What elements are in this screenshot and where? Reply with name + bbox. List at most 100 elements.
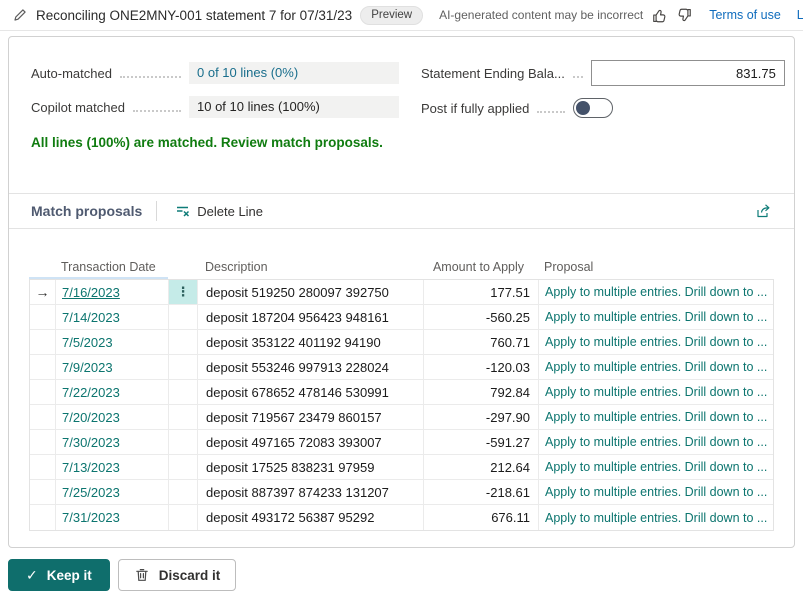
keep-it-label: Keep it xyxy=(47,568,92,583)
share-icon xyxy=(754,202,772,220)
description-cell[interactable]: deposit 493172 56387 95292 xyxy=(198,505,424,530)
column-header-transaction-date[interactable]: Transaction Date xyxy=(55,260,168,274)
delete-line-icon xyxy=(175,203,191,219)
row-selector-cell[interactable]: → xyxy=(30,330,56,354)
table-row[interactable]: → 7/20/2023 ⋮ deposit 719567 23479 86015… xyxy=(30,405,773,430)
thumbs-up-button[interactable] xyxy=(651,3,668,27)
proposal-link[interactable]: Apply to multiple entries. Drill down to… xyxy=(545,435,767,449)
column-header-amount[interactable]: Amount to Apply xyxy=(423,260,538,274)
keep-it-button[interactable]: ✓ Keep it xyxy=(8,559,110,591)
amount-cell[interactable]: -120.03 xyxy=(424,355,539,379)
row-selector-cell[interactable]: → xyxy=(30,305,56,329)
proposal-link[interactable]: Apply to multiple entries. Drill down to… xyxy=(545,460,767,474)
match-proposals-table: Transaction Date Description Amount to A… xyxy=(29,254,774,531)
transaction-date-link[interactable]: 7/5/2023 xyxy=(62,335,113,350)
dotted-leader xyxy=(573,69,583,78)
proposal-link[interactable]: Apply to multiple entries. Drill down to… xyxy=(545,285,767,299)
transaction-date-link[interactable]: 7/31/2023 xyxy=(62,510,120,525)
table-row[interactable]: → 7/22/2023 ⋮ deposit 678652 478146 5309… xyxy=(30,380,773,405)
amount-cell[interactable]: 212.64 xyxy=(424,455,539,479)
transaction-date-link[interactable]: 7/14/2023 xyxy=(62,310,120,325)
row-selector-cell[interactable]: → xyxy=(30,505,56,530)
proposal-link[interactable]: Apply to multiple entries. Drill down to… xyxy=(545,385,767,399)
thumbs-down-button[interactable] xyxy=(676,3,693,27)
row-selector-cell[interactable]: → xyxy=(30,280,56,304)
amount-cell[interactable]: 792.84 xyxy=(424,380,539,404)
table-row[interactable]: → 7/13/2023 ⋮ deposit 17525 838231 97959… xyxy=(30,455,773,480)
proposal-link[interactable]: Apply to multiple entries. Drill down to… xyxy=(545,511,767,525)
row-selector-cell[interactable]: → xyxy=(30,455,56,479)
description-cell[interactable]: deposit 17525 838231 97959 xyxy=(198,455,424,479)
row-menu-cell[interactable]: ⋮ xyxy=(169,380,198,404)
amount-cell[interactable]: 177.51 xyxy=(424,280,539,304)
table-row[interactable]: → 7/31/2023 ⋮ deposit 493172 56387 95292… xyxy=(30,505,773,530)
amount-cell[interactable]: 760.71 xyxy=(424,330,539,354)
auto-matched-value[interactable]: 0 of 10 lines (0%) xyxy=(189,62,399,84)
proposal-link[interactable]: Apply to multiple entries. Drill down to… xyxy=(545,410,767,424)
table-row[interactable]: → 7/25/2023 ⋮ deposit 887397 874233 1312… xyxy=(30,480,773,505)
row-selector-cell[interactable]: → xyxy=(30,430,56,454)
proposal-link[interactable]: Apply to multiple entries. Drill down to… xyxy=(545,310,767,324)
description-cell[interactable]: deposit 553246 997913 228024 xyxy=(198,355,424,379)
description-cell[interactable]: deposit 353122 401192 94190 xyxy=(198,330,424,354)
table-row[interactable]: → 7/9/2023 ⋮ deposit 553246 997913 22802… xyxy=(30,355,773,380)
transaction-date-link[interactable]: 7/9/2023 xyxy=(62,360,113,375)
amount-cell[interactable]: 676.11 xyxy=(424,505,539,530)
row-menu-cell[interactable]: ⋮ xyxy=(169,330,198,354)
row-selector-cell[interactable]: → xyxy=(30,355,56,379)
description-cell[interactable]: deposit 678652 478146 530991 xyxy=(198,380,424,404)
description-cell[interactable]: deposit 187204 956423 948161 xyxy=(198,305,424,329)
row-selector-cell[interactable]: → xyxy=(30,405,56,429)
proposal-cell: Apply to multiple entries. Drill down to… xyxy=(539,405,775,429)
description-cell[interactable]: deposit 497165 72083 393007 xyxy=(198,430,424,454)
amount-cell[interactable]: -560.25 xyxy=(424,305,539,329)
table-row[interactable]: → 7/30/2023 ⋮ deposit 497165 72083 39300… xyxy=(30,430,773,455)
description-cell[interactable]: deposit 519250 280097 392750 xyxy=(198,280,424,304)
proposal-link[interactable]: Apply to multiple entries. Drill down to… xyxy=(545,485,767,499)
row-menu-cell[interactable]: ⋮ xyxy=(169,455,198,479)
share-button[interactable] xyxy=(754,202,772,220)
amount-cell[interactable]: -218.61 xyxy=(424,480,539,504)
description-cell[interactable]: deposit 719567 23479 860157 xyxy=(198,405,424,429)
row-selector-cell[interactable]: → xyxy=(30,480,56,504)
table-row[interactable]: → 7/5/2023 ⋮ deposit 353122 401192 94190… xyxy=(30,330,773,355)
proposal-link[interactable]: Apply to multiple entries. Drill down to… xyxy=(545,335,767,349)
row-menu-cell[interactable]: ⋮ xyxy=(169,305,198,329)
table-body: → 7/16/2023 ⋮ deposit 519250 280097 3927… xyxy=(29,279,774,531)
row-menu-cell[interactable]: ⋮ xyxy=(169,480,198,504)
transaction-date-cell: 7/31/2023 xyxy=(56,505,169,530)
statement-balance-field: Statement Ending Bala... xyxy=(421,60,779,86)
row-menu-cell[interactable]: ⋮ xyxy=(169,280,198,304)
column-header-description[interactable]: Description xyxy=(197,260,423,274)
transaction-date-link[interactable]: 7/30/2023 xyxy=(62,435,120,450)
post-if-fully-applied-toggle[interactable] xyxy=(573,98,613,118)
description-cell[interactable]: deposit 887397 874233 131207 xyxy=(198,480,424,504)
delete-line-button[interactable]: Delete Line xyxy=(171,198,267,224)
transaction-date-link[interactable]: 7/16/2023 xyxy=(62,285,120,300)
transaction-date-cell: 7/20/2023 xyxy=(56,405,169,429)
proposal-link[interactable]: Apply to multiple entries. Drill down to… xyxy=(545,360,767,374)
row-menu-cell[interactable]: ⋮ xyxy=(169,405,198,429)
transaction-date-link[interactable]: 7/25/2023 xyxy=(62,485,120,500)
transaction-date-link[interactable]: 7/20/2023 xyxy=(62,410,120,425)
table-row[interactable]: → 7/14/2023 ⋮ deposit 187204 956423 9481… xyxy=(30,305,773,330)
ellipsis-vertical-icon: ⋮ xyxy=(177,284,190,300)
transaction-date-link[interactable]: 7/13/2023 xyxy=(62,460,120,475)
row-selector-cell[interactable]: → xyxy=(30,380,56,404)
terms-of-use-link[interactable]: Terms of use xyxy=(709,8,781,22)
amount-cell[interactable]: -297.90 xyxy=(424,405,539,429)
dotted-leader xyxy=(537,104,565,113)
transaction-date-link[interactable]: 7/22/2023 xyxy=(62,385,120,400)
statement-balance-input[interactable] xyxy=(591,60,785,86)
row-menu-cell[interactable]: ⋮ xyxy=(169,505,198,530)
amount-cell[interactable]: -591.27 xyxy=(424,430,539,454)
proposal-cell: Apply to multiple entries. Drill down to… xyxy=(539,380,775,404)
post-toggle-label: Post if fully applied xyxy=(421,101,529,116)
transaction-date-cell: 7/13/2023 xyxy=(56,455,169,479)
table-row[interactable]: → 7/16/2023 ⋮ deposit 519250 280097 3927… xyxy=(30,280,773,305)
column-header-proposal[interactable]: Proposal xyxy=(538,260,774,274)
discard-it-button[interactable]: Discard it xyxy=(118,559,237,591)
learn-more-link[interactable]: Learn more xyxy=(797,8,803,22)
row-menu-cell[interactable]: ⋮ xyxy=(169,355,198,379)
row-menu-cell[interactable]: ⋮ xyxy=(169,430,198,454)
